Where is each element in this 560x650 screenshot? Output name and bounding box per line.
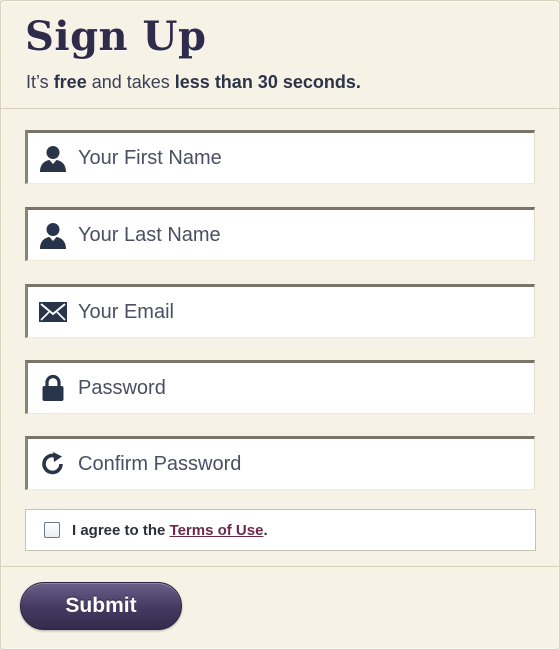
signup-card: Sign Up It’s free and takes less than 30… [0, 0, 560, 650]
email-input[interactable] [78, 287, 518, 337]
password-input[interactable] [78, 363, 518, 413]
terms-prefix: I agree to the [72, 521, 170, 539]
envelope-icon [28, 287, 78, 337]
lock-icon [28, 363, 78, 413]
confirm-password-field[interactable] [25, 436, 535, 490]
terms-suffix: . [263, 521, 268, 539]
footer-divider [1, 566, 559, 567]
confirm-password-input[interactable] [78, 439, 518, 489]
email-field[interactable] [25, 284, 535, 338]
signup-header: Sign Up It’s free and takes less than 30… [1, 1, 559, 109]
user-icon [28, 133, 78, 183]
subtitle-free: free [53, 72, 87, 92]
page-subtitle: It’s free and takes less than 30 seconds… [26, 72, 361, 93]
first-name-field[interactable] [25, 130, 535, 184]
submit-button[interactable]: Submit [20, 582, 182, 630]
password-field[interactable] [25, 360, 535, 414]
last-name-input[interactable] [78, 210, 518, 260]
terms-checkbox[interactable] [44, 522, 60, 538]
subtitle-middle: and takes [86, 72, 175, 92]
subtitle-duration: less than 30 seconds. [174, 72, 361, 92]
subtitle-prefix: It’s [26, 72, 54, 92]
terms-of-use-link[interactable]: Terms of Use [170, 522, 264, 539]
first-name-input[interactable] [78, 133, 518, 183]
last-name-field[interactable] [25, 207, 535, 261]
terms-row: I agree to the Terms of Use. [25, 509, 536, 551]
terms-text: I agree to the Terms of Use. [72, 522, 268, 539]
page-title: Sign Up [25, 13, 207, 60]
user-icon [28, 210, 78, 260]
refresh-icon [28, 439, 78, 489]
